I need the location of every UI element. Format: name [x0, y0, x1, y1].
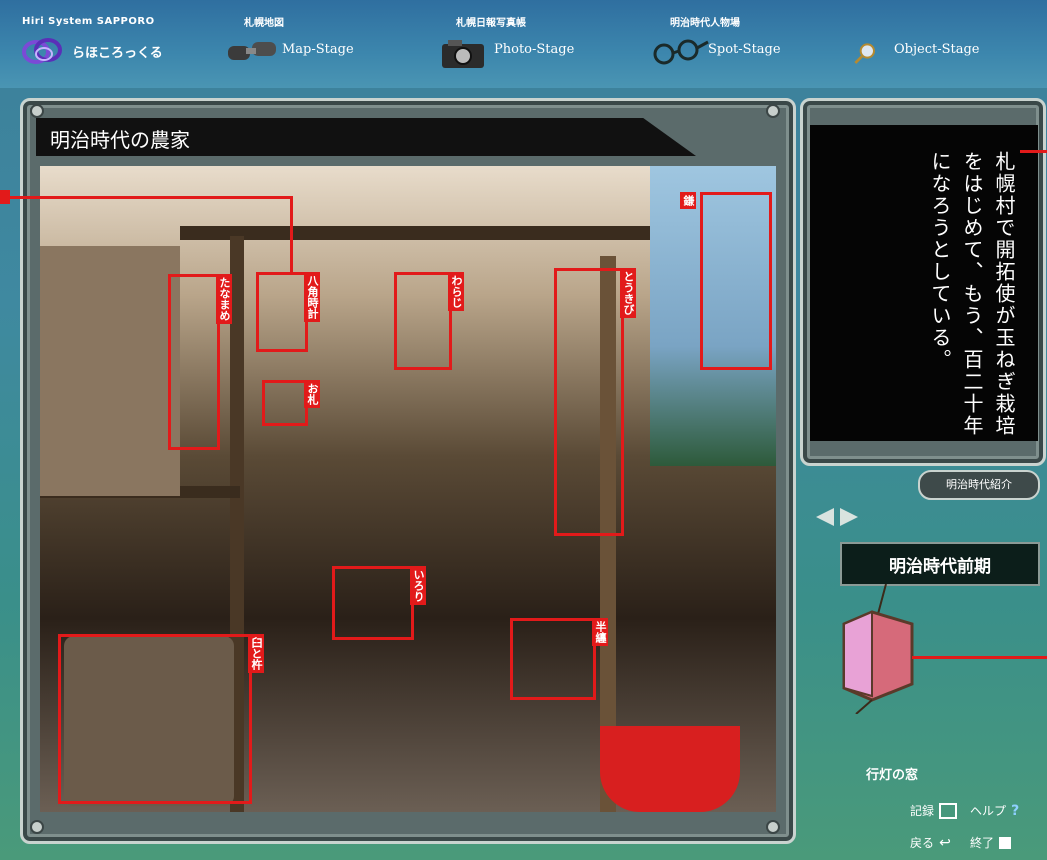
annotation-hanten[interactable] [510, 618, 596, 700]
annotation-label: いろり [410, 566, 426, 605]
scene-title: 明治時代の農家 [50, 128, 190, 152]
map-stage-caption: 札幌地図 [244, 18, 284, 29]
help-label: ヘルプ [970, 804, 1007, 818]
era-plate: 明治時代前期 [840, 542, 1040, 586]
annotation-label: たなまめ [216, 274, 232, 324]
photo-stage-caption: 札幌日報写真帳 [456, 18, 526, 29]
exit-control[interactable]: 終了 [970, 832, 1012, 851]
back-control[interactable]: 戻る ↩ [910, 832, 951, 851]
annotation-label: わらじ [448, 272, 464, 311]
photo-stage-label: Photo-Stage [494, 42, 575, 57]
annotation-kama[interactable] [700, 192, 772, 370]
annotation-label: お札 [304, 380, 320, 408]
brand-name: らほころっくる [72, 46, 163, 61]
pointer-end [0, 190, 10, 204]
description-text: 札幌村で開拓使が玉ねぎ栽培をはじめて、もう、百二十年になろうとしている。 [928, 151, 1016, 437]
back-arrow-icon: ↩ [939, 835, 951, 851]
next-button[interactable] [838, 506, 862, 528]
description-panel: 札幌村で開拓使が玉ねぎ栽培をはじめて、もう、百二十年になろうとしている。 [810, 125, 1038, 441]
scene-title-bar: 明治時代の農家 [36, 118, 696, 156]
annotation-waraji[interactable] [394, 272, 452, 370]
annotation-label: とうきび [620, 268, 636, 318]
annotation-label: 半纏 [592, 618, 608, 646]
frame-bolt [766, 820, 780, 834]
exit-label: 終了 [970, 836, 995, 850]
help-control[interactable]: ヘルプ ? [970, 800, 1019, 819]
camera-icon [442, 40, 484, 68]
magnifier-icon [854, 43, 875, 64]
era-intro-button[interactable]: 明治時代紹介 [918, 470, 1040, 500]
annotation-hakkaku-clock[interactable] [256, 272, 308, 352]
brand-logo-icon [22, 38, 62, 64]
frame-bolt [30, 820, 44, 834]
frame-bolt [766, 104, 780, 118]
help-icon: ? [1011, 803, 1020, 819]
spot-stage-link[interactable]: 明治時代人物場 Spot-Stage [650, 14, 830, 78]
lantern-icon[interactable] [826, 584, 918, 714]
object-caption: 行灯の窓 [866, 768, 919, 783]
glasses-icon [653, 39, 709, 65]
annotation-label: 臼と杵 [248, 634, 264, 673]
annotation-usu-kine[interactable] [58, 634, 252, 804]
pointer-line [0, 196, 292, 199]
annotation-label: 鎌 [680, 192, 696, 209]
exit-icon [999, 836, 1012, 849]
brand-small-title: Hiri System SAPPORO [22, 16, 155, 27]
photo-stage-link[interactable]: 札幌日報写真帳 Photo-Stage [436, 14, 616, 78]
object-stage-link[interactable]: Object-Stage [854, 14, 1042, 78]
spot-stage-label: Spot-Stage [708, 42, 781, 57]
annotation-toukibi[interactable] [554, 268, 624, 536]
binoculars-icon [228, 42, 276, 60]
annotation-ofuda[interactable] [262, 380, 308, 426]
pointer-line [912, 656, 1047, 659]
map-stage-label: Map-Stage [282, 42, 354, 57]
pointer-line [1020, 150, 1047, 153]
farmhouse-photo: たなまめ 八角時計 わらじ とうきび お札 いろり 半纏 臼と杵 鎌 [40, 166, 776, 812]
era-label: 明治時代前期 [889, 557, 991, 577]
annotation-irori[interactable] [332, 566, 414, 640]
record-label: 記録 [910, 804, 935, 818]
frame-bolt [30, 104, 44, 118]
object-stage-label: Object-Stage [894, 42, 980, 57]
annotation-tanamame[interactable] [168, 274, 220, 450]
prev-button[interactable] [812, 506, 836, 528]
back-label: 戻る [910, 836, 935, 850]
record-control[interactable]: 記録 [910, 800, 958, 819]
spot-stage-caption: 明治時代人物場 [670, 18, 740, 29]
map-stage-link[interactable]: 札幌地図 Map-Stage [224, 14, 404, 78]
record-icon [939, 802, 958, 819]
pointer-line [290, 196, 293, 272]
annotation-label: 八角時計 [304, 272, 320, 322]
